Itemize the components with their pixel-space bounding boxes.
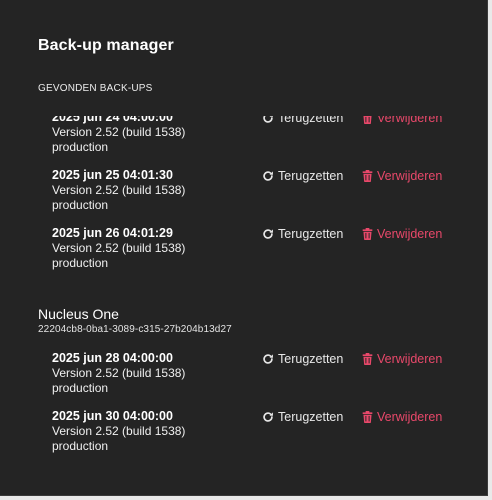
restore-button[interactable]: Terugzetten [262,409,343,425]
backup-entry: 2025 jun 24 04:00:00 Version 2.52 (build… [0,116,487,166]
trash-icon [362,116,373,124]
delete-button[interactable]: Verwijderen [362,409,442,425]
restore-label: Terugzetten [278,351,344,366]
backup-entry: 2025 jun 25 04:01:30 Version 2.52 (build… [0,168,487,224]
backup-date: 2025 jun 30 04:00:00 [52,409,173,423]
backup-version: Version 2.52 (build 1538) [52,366,186,380]
backup-version: Version 2.52 (build 1538) [52,183,186,197]
backup-environment: production [52,439,109,453]
restore-icon [262,353,274,365]
backup-date: 2025 jun 25 04:01:30 [52,168,173,182]
device-group-title: Nucleus One [38,306,119,322]
restore-button[interactable]: Terugzetten [262,168,343,184]
delete-label: Verwijderen [377,409,443,424]
restore-label: Terugzetten [278,168,344,183]
delete-label: Verwijderen [377,116,443,125]
backup-date: 2025 jun 28 04:00:00 [52,351,173,365]
backup-environment: production [52,256,109,270]
trash-icon [362,411,373,423]
restore-icon [262,411,274,423]
backup-environment: production [52,198,109,212]
backup-entry: 2025 jun 26 04:01:29 Version 2.52 (build… [0,226,487,282]
delete-button[interactable]: Verwijderen [362,116,442,126]
backup-date: 2025 jun 26 04:01:29 [52,226,173,240]
restore-icon [262,116,274,124]
backup-date: 2025 jun 24 04:00:00 [52,116,173,124]
panel-title: Back-up manager [38,37,174,54]
delete-button[interactable]: Verwijderen [362,351,442,367]
delete-label: Verwijderen [377,351,443,366]
restore-icon [262,170,274,182]
trash-icon [362,353,373,365]
delete-button[interactable]: Verwijderen [362,168,442,184]
backup-environment: production [52,381,109,395]
restore-label: Terugzetten [278,226,344,241]
restore-icon [262,228,274,240]
backup-entry: 2025 jun 28 04:00:00 Version 2.52 (build… [0,351,487,407]
device-group-id: 22204cb8-0ba1-3089-c315-27b204b13d27 [38,324,232,335]
trash-icon [362,228,373,240]
restore-button[interactable]: Terugzetten [262,351,343,367]
backup-list[interactable]: 2025 jun 24 04:00:00 Version 2.52 (build… [0,116,487,495]
restore-label: Terugzetten [278,409,344,424]
trash-icon [362,170,373,182]
restore-button[interactable]: Terugzetten [262,116,343,126]
backup-version: Version 2.52 (build 1538) [52,125,186,139]
backup-manager-panel: Back-up manager GEVONDEN BACK-UPS 2025 j… [0,0,488,496]
backup-environment: production [52,140,109,154]
delete-label: Verwijderen [377,226,443,241]
delete-button[interactable]: Verwijderen [362,226,442,242]
delete-label: Verwijderen [377,168,443,183]
section-label-found-backups: GEVONDEN BACK-UPS [38,83,153,94]
restore-button[interactable]: Terugzetten [262,226,343,242]
backup-version: Version 2.52 (build 1538) [52,241,186,255]
backup-entry: 2025 jun 30 04:00:00 Version 2.52 (build… [0,409,487,465]
backup-version: Version 2.52 (build 1538) [52,424,186,438]
restore-label: Terugzetten [278,116,344,125]
